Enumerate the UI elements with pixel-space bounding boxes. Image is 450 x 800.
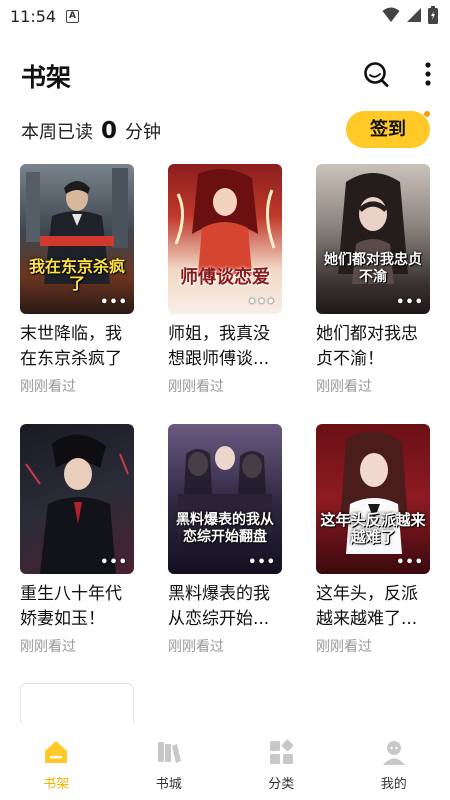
weekly-prefix: 本周已读 [21,122,93,143]
cover-art [174,168,276,274]
more-vertical-icon [425,62,431,86]
wifi-icon [382,7,400,22]
book-title: 末世降临，我在东京杀疯了 [20,324,122,369]
cover-art [340,431,408,554]
book-more-button[interactable]: ••• [248,295,276,310]
cover-title: 这年头反派越来越难了 [320,511,426,546]
book-read-status: 刚刚看过 [168,379,224,395]
book-more-button[interactable]: ••• [396,295,424,310]
book-title: 师姐，我真没想跟师傅谈... [168,324,270,369]
add-book-slot[interactable] [20,683,134,723]
book-item[interactable]: 我在东京杀疯了 ••• 末世降临，我在东京杀疯了 刚刚看过 [20,164,136,396]
notification-badge: A [66,10,79,23]
book-read-status: 刚刚看过 [168,639,224,655]
tab-category[interactable]: 分类 [225,728,338,800]
book-read-status: 刚刚看过 [316,639,372,655]
tab-label: 分类 [268,777,295,792]
book-item[interactable]: 黑料爆表的我从恋综开始翻盘 ••• 黑料爆表的我从恋综开始... 刚刚看过 [168,424,284,656]
book-item[interactable]: 师傅谈恋爱 ••• 师姐，我真没想跟师傅谈... 刚刚看过 [168,164,284,396]
cover-title: 我在东京杀疯了 [28,257,125,293]
cover-title: 师傅谈恋爱 [180,267,270,288]
book-more-button[interactable]: ••• [100,295,128,310]
checkin-button[interactable]: 签到 [346,111,430,148]
book-more-button[interactable]: ••• [248,555,276,570]
book-cover[interactable]: 黑料爆表的我从恋综开始翻盘 ••• [168,424,282,574]
book-more-button[interactable]: ••• [100,555,128,570]
system-icons [382,6,438,24]
book-cover[interactable]: 我在东京杀疯了 ••• [20,164,134,314]
page-title: 书架 [21,63,72,92]
book-cover[interactable]: ••• [20,424,134,574]
book-read-status: 刚刚看过 [20,639,76,655]
signal-icon [407,8,421,22]
tab-bookshelf[interactable]: 书架 [0,728,113,800]
tab-label: 书城 [155,777,182,792]
cover-art [25,434,129,574]
tab-label: 我的 [380,777,407,792]
tab-label: 书架 [43,777,70,792]
book-title: 黑料爆表的我从恋综开始... [168,584,270,629]
weekly-reading: 本周已读 0 分钟 [21,116,161,146]
battery-icon [428,6,438,24]
book-read-status: 刚刚看过 [20,379,76,395]
header: 书架 [0,52,450,98]
status-bar: 11:54 A [0,0,450,34]
book-item[interactable]: ••• 重生八十年代娇妻如玉！ 刚刚看过 [20,424,136,656]
book-read-status: 刚刚看过 [316,379,372,395]
book-cover[interactable]: 这年头反派越来越难了 ••• [316,424,430,574]
category-icon [270,739,294,764]
book-item[interactable]: 她们都对我忠贞不渝 ••• 她们都对我忠贞不渝！ 刚刚看过 [316,164,432,396]
profile-icon [382,741,405,765]
checkin-notification-dot [423,110,431,118]
book-item[interactable]: 这年头反派越来越难了 ••• 这年头，反派越来越难了... 刚刚看过 [316,424,432,656]
book-title: 她们都对我忠贞不渝！ [316,324,418,369]
tab-profile[interactable]: 我的 [338,728,450,800]
book-title: 这年头，反派越来越难了... [316,584,418,629]
search-icon [364,62,389,87]
bookstore-icon [157,742,181,763]
weekly-minutes: 0 [101,118,118,144]
bottom-tab-bar: 书架 书城 分类 我的 [0,728,450,800]
cover-title: 黑料爆表的我从恋综开始翻盘 [176,512,274,545]
book-cover[interactable]: 她们都对我忠贞不渝 ••• [316,164,430,314]
bookshelf-icon [45,741,68,763]
book-cover[interactable]: 师傅谈恋爱 ••• [168,164,282,314]
more-options-button[interactable] [418,60,438,90]
cover-title: 她们都对我忠贞不渝 [324,252,422,285]
search-button[interactable] [361,60,391,90]
book-title: 重生八十年代娇妻如玉！ [20,584,122,629]
book-more-button[interactable]: ••• [396,555,424,570]
cover-art [178,446,272,534]
status-time: 11:54 [10,7,57,26]
weekly-suffix: 分钟 [125,122,162,143]
tab-bookstore[interactable]: 书城 [113,728,226,800]
cover-art [338,173,408,284]
